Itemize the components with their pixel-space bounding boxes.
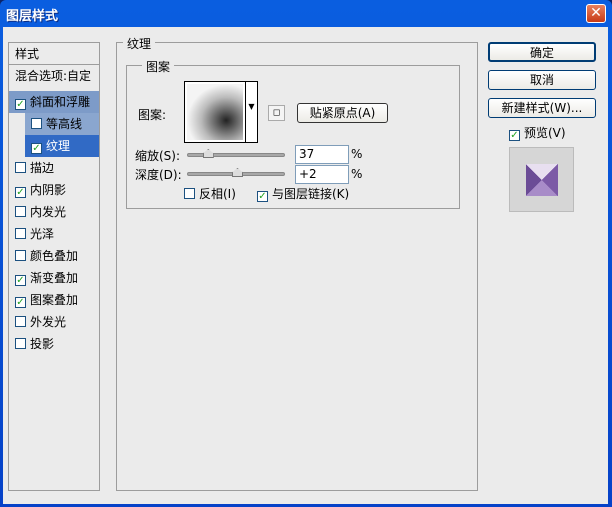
style-item[interactable]: 光泽 [9, 223, 99, 245]
style-item[interactable]: ✓ 渐变叠加 [9, 267, 99, 289]
style-item-label: 外发光 [30, 315, 67, 329]
style-item-label: 斜面和浮雕 [30, 95, 91, 109]
depth-input[interactable]: +2 [295, 165, 349, 184]
depth-slider-thumb[interactable] [232, 168, 243, 177]
style-item-label: 内发光 [30, 205, 67, 219]
pattern-picker[interactable]: ▼ [184, 81, 258, 143]
checkbox-icon[interactable] [15, 338, 26, 349]
cancel-button[interactable]: 取消 [488, 70, 596, 90]
style-item[interactable]: ✓ 图案叠加 [9, 289, 99, 311]
checkbox-icon[interactable] [184, 188, 195, 199]
invert-checkbox[interactable]: 反相(I) [184, 185, 236, 202]
checkbox-icon[interactable] [15, 250, 26, 261]
depth-unit: % [351, 167, 363, 181]
pattern-label: 图案: [138, 108, 167, 122]
new-preset-icon[interactable]: ◻ [268, 105, 285, 121]
preview-label: 预览(V) [524, 126, 566, 140]
layer-style-dialog: 图层样式 ✕ 样式 混合选项:自定 ✓ 斜面和浮雕等高线 ✓ 纹理描边 ✓ 内阴影内发光光… [0, 0, 612, 507]
checkbox-icon[interactable] [15, 228, 26, 239]
style-item-label: 内阴影 [30, 183, 67, 197]
checkbox-icon[interactable]: ✓ [15, 187, 26, 198]
checkbox-icon[interactable]: ✓ [15, 297, 26, 308]
style-item[interactable]: 投影 [9, 333, 99, 355]
style-item[interactable]: ✓ 内阴影 [9, 179, 99, 201]
style-item[interactable]: 外发光 [9, 311, 99, 333]
scale-slider[interactable] [187, 149, 285, 158]
texture-panel: 纹理 图案 图案: ▼ ◻ 贴紧原点(A) 缩放(S): 37 % 深度(D):… [116, 35, 478, 491]
depth-slider[interactable] [187, 168, 285, 177]
scale-input[interactable]: 37 [295, 145, 349, 164]
style-item[interactable]: 内发光 [9, 201, 99, 223]
style-item-label: 等高线 [46, 117, 83, 131]
checkbox-icon[interactable]: ✓ [15, 99, 26, 110]
checkmark-icon[interactable]: ✓ [509, 130, 520, 141]
style-item[interactable]: ✓ 斜面和浮雕 [9, 91, 99, 113]
style-item-label: 描边 [30, 161, 55, 175]
scale-slider-thumb[interactable] [202, 149, 214, 158]
style-preview [509, 147, 574, 212]
link-label: 与图层链接(K) [272, 187, 350, 201]
checkbox-icon[interactable] [15, 316, 26, 327]
style-item-label: 投影 [30, 337, 55, 351]
checkbox-icon[interactable] [31, 118, 42, 129]
snap-to-origin-button[interactable]: 贴紧原点(A) [297, 103, 388, 123]
scale-label: 缩放(S): [135, 149, 181, 163]
blending-options[interactable]: 混合选项:自定 [9, 65, 99, 87]
style-item-label: 图案叠加 [30, 293, 79, 307]
invert-label: 反相(I) [199, 187, 236, 201]
checkmark-icon[interactable]: ✓ [257, 191, 268, 202]
preview-checkbox[interactable]: ✓ 预览(V) [509, 124, 566, 141]
scale-unit: % [351, 147, 363, 161]
checkbox-icon[interactable] [15, 206, 26, 217]
chevron-down-icon[interactable]: ▼ [245, 82, 257, 142]
pattern-group-title: 图案 [142, 58, 175, 75]
pattern-group: 图案 图案: ▼ ◻ 贴紧原点(A) 缩放(S): 37 % 深度(D): +2… [126, 58, 460, 209]
style-item-label: 渐变叠加 [30, 271, 79, 285]
styles-header: 样式 [15, 47, 40, 61]
texture-title: 纹理 [123, 35, 156, 52]
ok-button[interactable]: 确定 [488, 42, 596, 62]
window-title: 图层样式 [6, 9, 59, 24]
styles-list: 样式 混合选项:自定 ✓ 斜面和浮雕等高线 ✓ 纹理描边 ✓ 内阴影内发光光泽颜色叠加 ✓ 渐… [8, 42, 100, 491]
depth-label: 深度(D): [135, 168, 182, 182]
checkbox-icon[interactable] [15, 162, 26, 173]
style-item[interactable]: 颜色叠加 [9, 245, 99, 267]
new-style-button[interactable]: 新建样式(W)... [488, 98, 596, 118]
link-with-layer-checkbox[interactable]: ✓ 与图层链接(K) [257, 185, 349, 202]
style-item[interactable]: 描边 [9, 157, 99, 179]
preview-swatch [526, 164, 558, 196]
style-item[interactable]: ✓ 纹理 [25, 135, 99, 157]
style-item-label: 颜色叠加 [30, 249, 79, 263]
style-item[interactable]: 等高线 [25, 113, 99, 135]
pattern-swatch [187, 84, 243, 140]
style-item-label: 光泽 [30, 227, 55, 241]
dialog-body: 样式 混合选项:自定 ✓ 斜面和浮雕等高线 ✓ 纹理描边 ✓ 内阴影内发光光泽颜色叠加 ✓ 渐… [3, 27, 608, 504]
checkbox-icon[interactable]: ✓ [15, 275, 26, 286]
checkbox-icon[interactable]: ✓ [31, 143, 42, 154]
style-item-label: 纹理 [46, 139, 71, 153]
close-button[interactable]: ✕ [586, 4, 606, 23]
